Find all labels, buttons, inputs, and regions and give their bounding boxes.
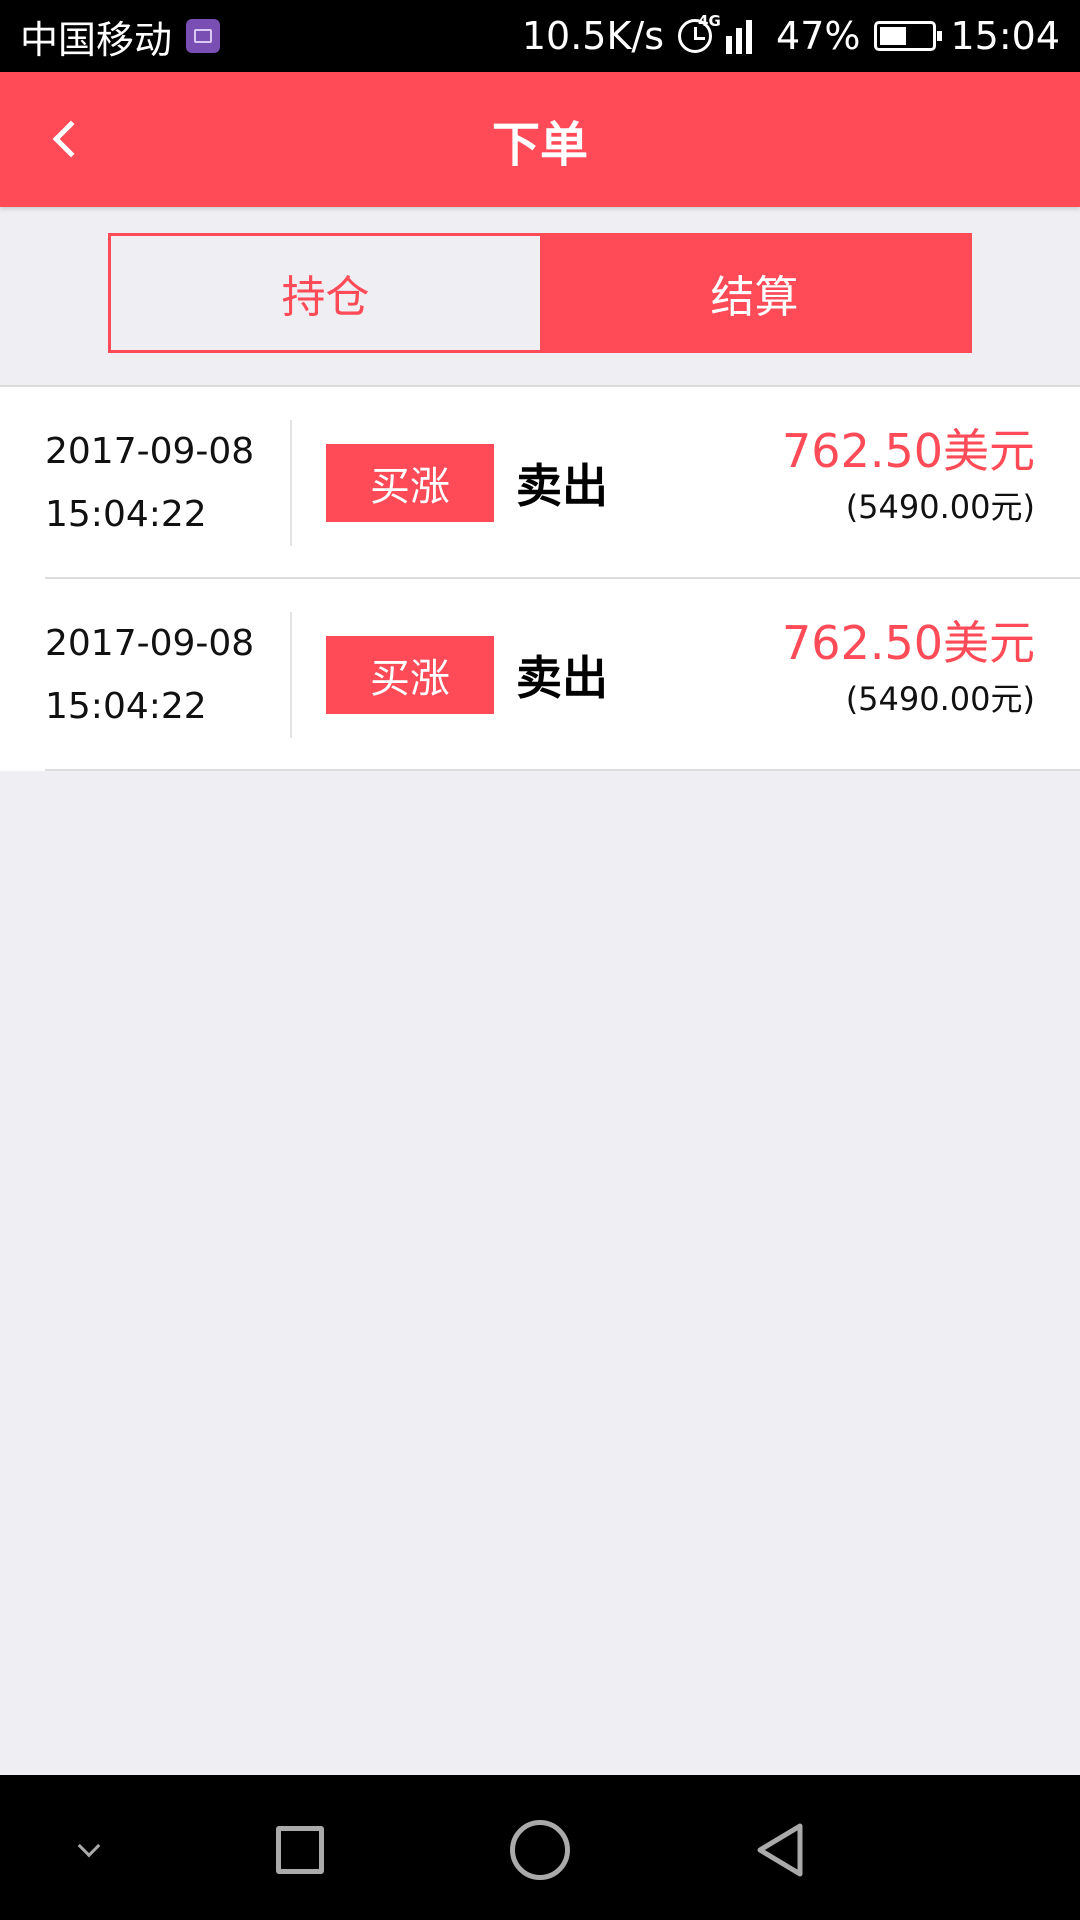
order-time: 15:04:22: [45, 494, 207, 535]
status-bar: 中国移动 10.5K/s 4G 47% 15:04: [0, 0, 1080, 72]
net-speed: 10.5K/s: [521, 14, 665, 58]
system-nav-bar: [0, 1775, 1080, 1920]
segmented-tabs: 持仓 结算: [108, 233, 972, 353]
recents-icon[interactable]: [270, 1820, 330, 1880]
gallery-notification-icon: [186, 19, 221, 53]
tab-positions[interactable]: 持仓: [111, 236, 540, 350]
order-date: 2017-09-08: [45, 431, 255, 472]
order-date: 2017-09-08: [45, 623, 255, 664]
status-left: 中国移动: [20, 9, 221, 64]
order-list: 2017-09-08 15:04:22 买涨 卖出 762.50美元 (5490…: [0, 385, 1080, 771]
page-title: 下单: [491, 116, 588, 173]
home-icon[interactable]: [510, 1820, 570, 1880]
amount-cny: (5490.00元): [845, 488, 1035, 526]
battery-icon: [874, 21, 943, 51]
order-action: 卖出: [516, 651, 608, 705]
clock: 15:04: [950, 14, 1060, 58]
carrier-label: 中国移动: [20, 17, 173, 62]
order-datetime: 2017-09-08 15:04:22: [0, 612, 292, 738]
order-datetime: 2017-09-08 15:04:22: [0, 420, 292, 546]
signal-icon: 4G: [698, 12, 762, 54]
net-type-label: 4G: [698, 12, 721, 30]
back-triangle-icon[interactable]: [750, 1820, 810, 1880]
tab-settlement[interactable]: 结算: [540, 236, 969, 350]
amount-usd: 762.50美元: [782, 616, 1035, 670]
direction-badge: 买涨: [326, 444, 494, 522]
direction-badge: 买涨: [326, 636, 494, 714]
back-arrow-icon[interactable]: [40, 112, 94, 166]
hide-nav-icon[interactable]: [60, 1820, 120, 1880]
order-action: 卖出: [516, 459, 608, 513]
app-bar: 下单: [0, 72, 1080, 207]
list-item[interactable]: 2017-09-08 15:04:22 买涨 卖出 762.50美元 (5490…: [0, 579, 1080, 771]
amount-usd: 762.50美元: [782, 424, 1035, 478]
status-right: 10.5K/s 4G 47% 15:04: [521, 12, 1060, 58]
amount-cny: (5490.00元): [845, 680, 1035, 718]
order-amounts: 762.50美元 (5490.00元): [782, 615, 1035, 727]
list-item[interactable]: 2017-09-08 15:04:22 买涨 卖出 762.50美元 (5490…: [0, 387, 1080, 579]
order-amounts: 762.50美元 (5490.00元): [782, 423, 1035, 535]
order-time: 15:04:22: [45, 686, 207, 727]
battery-percent: 47%: [776, 14, 861, 58]
